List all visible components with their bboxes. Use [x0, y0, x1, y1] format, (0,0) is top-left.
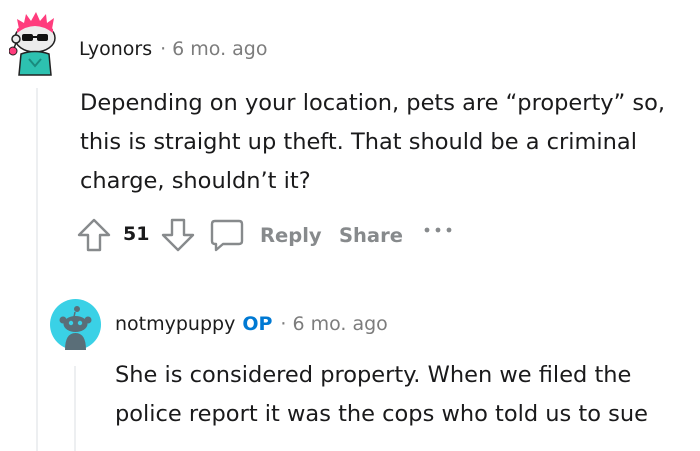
default-snoo-avatar-icon[interactable]: [50, 299, 101, 350]
reply-body: She is considered property. When we file…: [115, 362, 649, 427]
upvote-arrow-icon[interactable]: [76, 217, 112, 253]
meta-separator: ·: [280, 313, 287, 335]
reply-username[interactable]: notmypuppy: [115, 313, 235, 335]
comment-timestamp[interactable]: 6 mo. ago: [172, 38, 267, 60]
share-button[interactable]: Share: [339, 224, 403, 247]
comment-meta: Lyonors · 6 mo. ago: [79, 38, 267, 60]
reply-timestamp[interactable]: 6 mo. ago: [292, 313, 387, 335]
reply-thread-line[interactable]: [74, 366, 76, 451]
comment-username[interactable]: Lyonors: [79, 38, 152, 60]
downvote-arrow-icon[interactable]: [160, 217, 196, 253]
comment-action-bar: 51 Reply Share: [76, 213, 476, 257]
reply-button[interactable]: Reply: [209, 213, 322, 257]
reply-meta: notmypuppy OP · 6 mo. ago: [115, 313, 388, 335]
reply-label: Reply: [260, 223, 322, 247]
more-dots-icon[interactable]: [423, 221, 455, 239]
meta-separator: ·: [160, 38, 167, 60]
vote-count: 51: [123, 223, 150, 245]
thread-line[interactable]: [36, 88, 38, 451]
snoo-avatar-icon[interactable]: [9, 11, 63, 77]
comment-bubble-icon: [210, 219, 244, 252]
op-badge: OP: [242, 313, 273, 335]
comment-body: Depending on your location, pets are “pr…: [80, 90, 666, 194]
